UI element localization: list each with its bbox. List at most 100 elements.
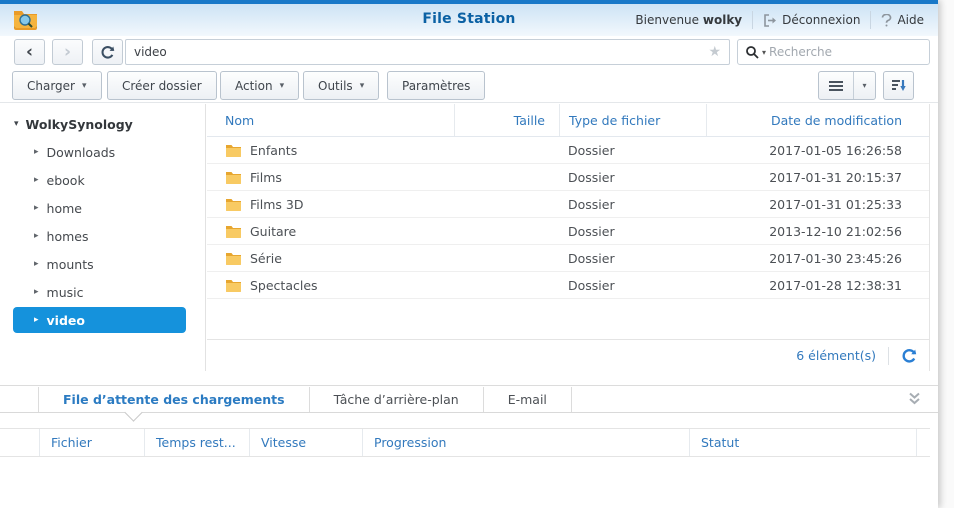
search-icon — [745, 45, 759, 59]
column-header-blank[interactable] — [0, 429, 40, 456]
column-header-modified[interactable]: Date de modification — [706, 104, 929, 136]
column-header-type[interactable]: Type de fichier — [559, 104, 706, 136]
path-field: ★ — [125, 39, 730, 65]
action-button[interactable]: Action▾ — [220, 71, 299, 100]
sidebar-item-label: homes — [47, 229, 89, 244]
tab-email[interactable]: E-mail — [484, 386, 571, 413]
file-name: Guitare — [250, 224, 296, 239]
path-input[interactable] — [126, 45, 700, 59]
sort-button[interactable] — [883, 71, 914, 100]
favorite-star-icon[interactable]: ★ — [700, 44, 729, 60]
item-count: 6 élément(s) — [796, 348, 876, 363]
chevron-right-icon: › — [64, 42, 71, 62]
sidebar-item-label: ebook — [47, 173, 85, 188]
button-label: Charger — [27, 79, 75, 93]
sidebar-item-homes[interactable]: ▸ homes — [21, 222, 205, 250]
username: wolky — [703, 13, 742, 27]
file-name: Films — [250, 170, 282, 185]
refresh-list-button[interactable] — [901, 348, 917, 364]
help-icon — [881, 14, 892, 27]
button-label: Outils — [318, 79, 353, 93]
button-label: Action — [235, 79, 273, 93]
refresh-button[interactable] — [92, 39, 123, 65]
folder-icon — [225, 143, 242, 157]
app-header: File Station Bienvenue wolky Déconnexion… — [0, 4, 938, 36]
column-header-status[interactable]: Statut — [690, 429, 917, 456]
upload-button[interactable]: Charger ▾ — [12, 71, 102, 100]
logout-label: Déconnexion — [782, 13, 860, 27]
column-header-progress[interactable]: Progression — [363, 429, 690, 456]
sidebar-item-music[interactable]: ▸ music — [21, 278, 205, 306]
caret-right-icon: ▸ — [34, 175, 39, 185]
sidebar-item-downloads[interactable]: ▸ Downloads — [21, 138, 205, 166]
sidebar-item-ebook[interactable]: ▸ ebook — [21, 166, 205, 194]
file-modified: 2017-01-31 20:15:37 — [706, 170, 929, 185]
folder-icon — [225, 170, 242, 184]
column-header-speed[interactable]: Vitesse — [250, 429, 363, 456]
table-row[interactable]: Spectacles Dossier 2017-01-28 12:38:31 — [207, 272, 929, 299]
logout-button[interactable]: Déconnexion — [763, 13, 860, 27]
caret-right-icon: ▸ — [34, 315, 39, 325]
table-row[interactable]: Enfants Dossier 2017-01-05 16:26:58 — [207, 137, 929, 164]
sidebar-item-home[interactable]: ▸ home — [21, 194, 205, 222]
file-name: Spectacles — [250, 278, 318, 293]
collapse-panel-button[interactable] — [907, 391, 922, 406]
file-type: Dossier — [559, 143, 706, 158]
sidebar-item-label: Downloads — [47, 145, 116, 160]
welcome-prefix: Bienvenue — [635, 13, 699, 27]
file-list-panel: Nom Taille Type de fichier Date de modif… — [207, 104, 930, 371]
chevron-left-icon: ‹ — [26, 42, 33, 62]
screen: File Station Bienvenue wolky Déconnexion… — [0, 0, 954, 508]
file-station-window: File Station Bienvenue wolky Déconnexion… — [0, 0, 938, 508]
sidebar-item-label: music — [47, 285, 84, 300]
navigation-bar: ‹ › ★ ▾ — [0, 36, 938, 68]
table-row[interactable]: Films 3D Dossier 2017-01-31 01:25:33 — [207, 191, 929, 218]
search-input[interactable] — [769, 45, 922, 59]
folder-icon — [225, 224, 242, 238]
bottom-panel: File d’attente des chargements Tâche d’a… — [0, 385, 938, 508]
sidebar-item-label: home — [47, 201, 82, 216]
column-header-time-remaining[interactable]: Temps rest... — [145, 429, 250, 456]
caret-down-icon: ▾ — [14, 119, 19, 129]
create-folder-button[interactable]: Créer dossier — [107, 71, 217, 100]
sidebar-item-label: video — [47, 313, 85, 328]
folder-icon — [225, 278, 242, 292]
caret-right-icon: ▸ — [34, 287, 39, 297]
file-table-header: Nom Taille Type de fichier Date de modif… — [207, 104, 929, 137]
file-name: Films 3D — [250, 197, 303, 212]
table-row[interactable]: Films Dossier 2017-01-31 20:15:37 — [207, 164, 929, 191]
file-type: Dossier — [559, 224, 706, 239]
column-header-size[interactable]: Taille — [454, 104, 559, 136]
table-row[interactable]: Guitare Dossier 2013-12-10 21:02:56 — [207, 218, 929, 245]
folder-icon — [225, 197, 242, 211]
help-button[interactable]: Aide — [881, 13, 924, 27]
file-modified: 2013-12-10 21:02:56 — [706, 224, 929, 239]
list-view-icon[interactable] — [819, 72, 854, 99]
caret-down-icon: ▾ — [82, 81, 87, 91]
sidebar-item-video[interactable]: ▸ video — [13, 307, 186, 333]
tab-upload-queue[interactable]: File d’attente des chargements — [39, 386, 309, 413]
column-header-name[interactable]: Nom — [207, 104, 454, 136]
view-mode-caret-icon[interactable]: ▾ — [854, 72, 875, 99]
search-box[interactable]: ▾ — [737, 39, 930, 65]
file-type: Dossier — [559, 251, 706, 266]
toolbar: Charger▾ Créer dossier Action▾ Outils▾ P… — [0, 68, 938, 103]
file-name: Série — [250, 251, 282, 266]
settings-button[interactable]: Paramètres — [387, 71, 485, 100]
caret-right-icon: ▸ — [34, 231, 39, 241]
sort-icon — [891, 79, 907, 92]
file-type: Dossier — [559, 278, 706, 293]
welcome-text: Bienvenue wolky — [635, 13, 742, 27]
forward-button[interactable]: › — [52, 39, 83, 65]
help-label: Aide — [897, 13, 924, 27]
tab-background-task[interactable]: Tâche d’arrière-plan — [310, 386, 483, 413]
tools-button[interactable]: Outils▾ — [303, 71, 379, 100]
view-mode-split-button[interactable]: ▾ — [818, 71, 876, 100]
table-row[interactable]: Série Dossier 2017-01-30 23:45:26 — [207, 245, 929, 272]
back-button[interactable]: ‹ — [14, 39, 45, 65]
sidebar-item-mounts[interactable]: ▸ mounts — [21, 250, 205, 278]
sidebar-item-root[interactable]: ▾ WolkySynology — [0, 110, 205, 138]
queue-table-header: Fichier Temps rest... Vitesse Progressio… — [0, 428, 930, 457]
column-header-file[interactable]: Fichier — [40, 429, 145, 456]
search-scope-caret-icon[interactable]: ▾ — [762, 48, 766, 57]
